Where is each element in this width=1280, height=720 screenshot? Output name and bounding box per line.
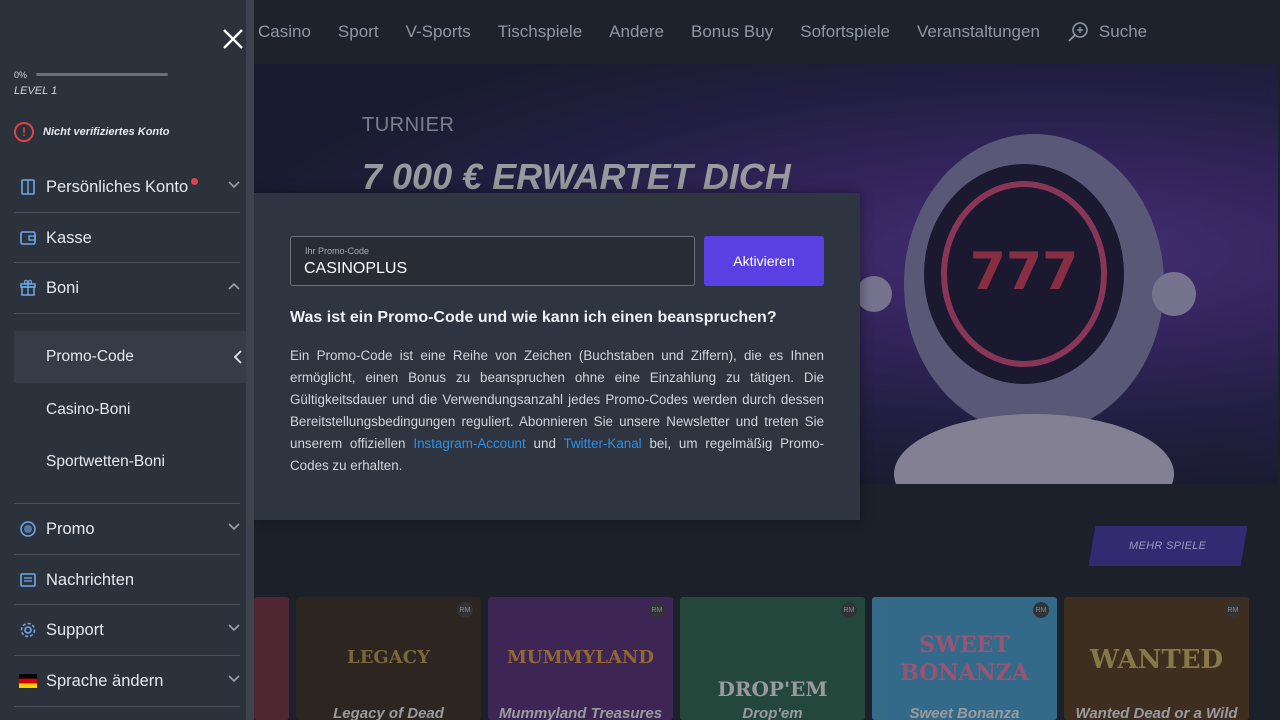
user-icon <box>18 177 38 197</box>
hero-label: TURNIER <box>362 114 455 136</box>
games-row: RM LEGACY Legacy of Dead RM MUMMYLAND Mu… <box>254 597 1256 720</box>
game-tile-partial[interactable] <box>254 597 289 720</box>
nav-item-andere[interactable]: Andere <box>609 22 664 42</box>
game-art: MUMMYLAND <box>506 647 654 668</box>
sidebar-item-bonuses[interactable]: Boni <box>14 263 240 313</box>
news-icon <box>18 570 38 590</box>
sidebar-item-label: Support <box>46 620 104 639</box>
game-tile[interactable]: RM MUMMYLAND Mummyland Treasures <box>488 597 673 720</box>
sidebar-subitem-promo-code[interactable]: Promo-Code <box>14 331 246 383</box>
instagram-link[interactable]: Instagram-Account <box>413 436 525 451</box>
level-progress-bar <box>36 73 168 76</box>
game-art: LEGACY <box>347 647 430 668</box>
rm-badge: RM <box>1033 602 1049 618</box>
sidebar-item-label: Promo <box>46 519 95 538</box>
more-games-label: MEHR SPIELE <box>1129 540 1207 552</box>
unverified-account-notice[interactable]: ! Nicht verifiziertes Konto <box>14 122 170 142</box>
game-art: SWEET BONANZA <box>900 632 1029 686</box>
nav-item-tischspiele[interactable]: Tischspiele <box>498 22 582 42</box>
search-icon <box>1068 22 1088 42</box>
sidebar-item-support[interactable]: Support <box>14 605 240 655</box>
hero-title: 7 000 € ERWARTET DICH <box>362 156 791 197</box>
sidebar-item-label: Sprache ändern <box>46 671 164 690</box>
game-tile[interactable]: RM WANTED Wanted Dead or a Wild <box>1064 597 1249 720</box>
game-name: Mummyland Treasures <box>498 705 663 720</box>
game-name: Legacy of Dead <box>333 705 444 720</box>
activate-button[interactable]: Aktivieren <box>704 236 824 286</box>
sidebar-subitem-sport-bonuses[interactable]: Sportwetten-Boni <box>14 436 246 488</box>
sidebar: 0% LEVEL 1 ! Nicht verifiziertes Konto P… <box>0 0 254 720</box>
german-flag-icon <box>18 671 38 691</box>
sidebar-item-label: Nachrichten <box>46 570 135 589</box>
nav-item-sport[interactable]: Sport <box>338 22 379 42</box>
promo-code-field[interactable]: Ihr Promo-Code <box>290 236 695 286</box>
sidebar-subitem-label: Sportwetten-Boni <box>46 453 165 470</box>
wallet-icon <box>18 228 38 248</box>
top-navigation: Casino Sport V-Sports Tischspiele Andere… <box>246 0 1280 64</box>
promo-heading: Was ist ein Promo-Code und wie kann ich … <box>290 309 777 326</box>
sidebar-item-cashier[interactable]: Kasse <box>14 213 240 263</box>
chevron-left-icon <box>234 350 242 364</box>
rm-badge: RM <box>1225 602 1241 618</box>
sidebar-item-account[interactable]: Persönliches Konto <box>14 162 240 212</box>
sidebar-subitem-casino-bonuses[interactable]: Casino-Boni <box>14 384 246 436</box>
chevron-up-icon <box>228 282 240 290</box>
gift-icon <box>18 278 38 298</box>
rm-badge: RM <box>457 602 473 618</box>
gear-icon <box>18 620 38 640</box>
sidebar-item-label: Boni <box>46 278 80 297</box>
svg-text:777: 777 <box>970 242 1079 302</box>
sidebar-subitem-label: Casino-Boni <box>46 401 131 418</box>
astronaut-illustration: 777 <box>856 134 1196 484</box>
unverified-account-text: Nicht verifiziertes Konto <box>43 126 170 138</box>
warning-icon: ! <box>14 122 34 142</box>
sidebar-item-label: Persönliches Konto <box>46 177 189 196</box>
promo-description-text-2: und <box>525 436 564 451</box>
divider <box>14 313 240 314</box>
game-tile[interactable]: RM LEGACY Legacy of Dead <box>296 597 481 720</box>
chevron-down-icon <box>228 624 240 632</box>
nav-item-bonus-buy[interactable]: Bonus Buy <box>691 22 773 42</box>
chevron-down-icon <box>228 181 240 189</box>
search-button[interactable]: Suche <box>1067 21 1147 43</box>
promo-code-panel: Ihr Promo-Code Aktivieren Was ist ein Pr… <box>254 193 860 520</box>
sidebar-item-promo[interactable]: Promo <box>14 504 240 554</box>
game-art: WANTED <box>1089 645 1224 675</box>
sidebar-scrollbar[interactable] <box>246 0 254 720</box>
nav-item-veranstaltungen[interactable]: Veranstaltungen <box>917 22 1040 42</box>
game-name: Drop'em <box>742 705 803 720</box>
sidebar-item-label: Kasse <box>46 228 92 247</box>
chevron-down-icon <box>228 523 240 531</box>
sidebar-subitem-label: Promo-Code <box>46 348 134 365</box>
game-name: Sweet Bonanza <box>909 705 1020 720</box>
sidebar-item-news[interactable]: Nachrichten <box>14 555 240 605</box>
promo-description: Ein Promo-Code ist eine Reihe von Zeiche… <box>290 345 824 477</box>
divider <box>14 706 240 707</box>
promo-code-input[interactable] <box>304 259 684 279</box>
game-tile[interactable]: RM SWEET BONANZA Sweet Bonanza <box>872 597 1057 720</box>
search-label: Suche <box>1098 22 1148 41</box>
level-label: LEVEL 1 <box>14 85 58 97</box>
more-games-button[interactable]: MEHR SPIELE <box>1088 526 1248 566</box>
promo-icon <box>18 519 38 539</box>
game-name: Wanted Dead or a Wild <box>1075 705 1238 720</box>
game-art: DROP'EM <box>717 677 828 701</box>
rm-badge: RM <box>649 602 665 618</box>
close-icon[interactable] <box>220 26 246 52</box>
nav-item-sofortspiele[interactable]: Sofortspiele <box>800 22 890 42</box>
game-tile[interactable]: RM DROP'EM Drop'em <box>680 597 865 720</box>
sidebar-item-language[interactable]: Sprache ändern <box>14 656 240 706</box>
twitter-link[interactable]: Twitter-Kanal <box>564 436 642 451</box>
nav-item-v-sports[interactable]: V-Sports <box>406 22 471 42</box>
chevron-down-icon <box>228 675 240 683</box>
promo-code-field-label: Ihr Promo-Code <box>305 246 370 256</box>
level-progress-percent: 0% <box>14 70 28 80</box>
notification-dot <box>191 177 199 185</box>
nav-item-casino[interactable]: Casino <box>258 22 311 42</box>
rm-badge: RM <box>841 602 857 618</box>
